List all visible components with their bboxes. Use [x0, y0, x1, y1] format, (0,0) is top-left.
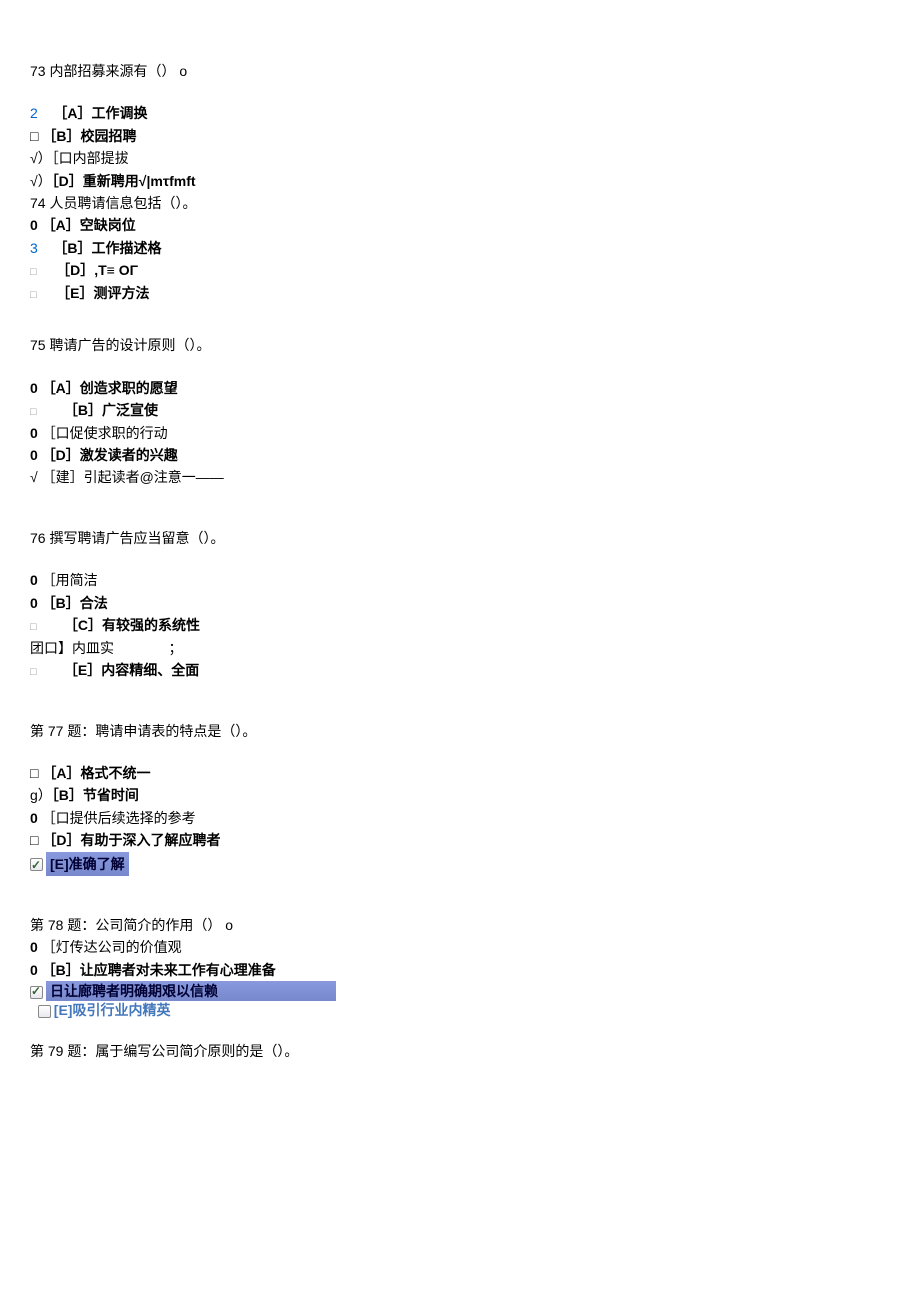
option-77-b[interactable]: g）［B］节省时间: [30, 784, 890, 806]
option-prefix: 团: [30, 640, 44, 656]
option-78-b[interactable]: 0 ［B］让应聘者对未来工作有心理准备: [30, 959, 890, 981]
option-74-a[interactable]: 0 ［A］空缺岗位: [30, 214, 890, 236]
option-text: ［D］激发读者的兴趣: [42, 447, 178, 463]
option-75-e[interactable]: √ ［建］引起读者@注意一——: [30, 466, 890, 488]
option-75-a[interactable]: 0 ［A］创造求职的愿望: [30, 377, 890, 399]
option-prefix: □: [30, 832, 38, 848]
option-78-e[interactable]: [E]吸引行业内精英: [30, 1001, 890, 1019]
question-77-title: 第 77 题：聘请申请表的特点是（）。: [30, 720, 890, 742]
option-78-cd[interactable]: 日让廊聘者明确期艰以信赖: [30, 981, 890, 1001]
option-text: ［E］内容精细、全面: [64, 662, 199, 678]
option-prefix: □: [30, 264, 37, 282]
question-78-title: 第 78 题：公司简介的作用（） o: [30, 914, 890, 936]
option-74-d[interactable]: □ ［D］,T≡ OΓ: [30, 259, 890, 282]
option-text: [E]吸引行业内精英: [54, 1002, 171, 1018]
question-76-options: 0 ［用简洁 0 ［B］合法 □ ［C］有较强的系统性 团口】内皿实 ； □ ［…: [30, 569, 890, 681]
option-text: ［B］广泛宣使: [64, 402, 158, 418]
option-text: ［E］测评方法: [56, 285, 149, 301]
option-prefix: √）: [30, 173, 52, 189]
option-text: ［B］工作描述格: [53, 240, 161, 256]
question-76-title: 76 撰写聘请广告应当留意（）。: [30, 527, 890, 549]
option-mid: 口】内皿实: [44, 640, 114, 656]
option-76-a[interactable]: 0 ［用简洁: [30, 569, 890, 591]
option-77-e[interactable]: [E]准确了解: [30, 852, 890, 876]
option-prefix: 3: [30, 240, 38, 256]
option-74-b[interactable]: 3 ［B］工作描述格: [30, 237, 890, 259]
option-77-a[interactable]: □ ［A］格式不统一: [30, 762, 890, 784]
option-prefix: 0: [30, 939, 38, 955]
option-text: ［D］重新聘用√|mτfmft: [52, 173, 196, 189]
option-text: ［D］,T≡ OΓ: [56, 262, 138, 278]
option-prefix: 0: [30, 572, 38, 588]
option-prefix: 0: [30, 425, 38, 441]
question-75-title: 75 聘请广告的设计原则（）。: [30, 334, 890, 356]
option-prefix: □: [30, 765, 38, 781]
option-text: ［A］工作调换: [53, 105, 147, 121]
question-77-options: □ ［A］格式不统一 g）［B］节省时间 0 ［口提供后续选择的参考 □ ［D］…: [30, 762, 890, 876]
option-suffix: ；: [168, 640, 182, 656]
option-prefix: g）: [30, 787, 52, 803]
option-73-a[interactable]: 2 ［A］工作调换: [30, 102, 890, 124]
question-78-options: 0 ［灯传达公司的价值观 0 ［B］让应聘者对未来工作有心理准备 日让廊聘者明确…: [30, 936, 890, 1019]
option-73-d[interactable]: √）［D］重新聘用√|mτfmft: [30, 170, 890, 192]
option-text: ［口提供后续选择的参考: [42, 810, 196, 826]
option-77-d[interactable]: □ ［D］有助于深入了解应聘者: [30, 829, 890, 851]
option-73-b[interactable]: □ ［B］校园招聘: [30, 125, 890, 147]
option-text: ［A］格式不统一: [42, 765, 150, 781]
option-text: ［建］引起读者@注意一——: [42, 469, 224, 485]
option-73-c[interactable]: √）［口内部提拔: [30, 147, 890, 169]
option-text: ［口促使求职的行动: [42, 425, 168, 441]
option-text: [E]准确了解: [46, 852, 129, 876]
option-prefix: 0: [30, 810, 38, 826]
option-text: ［B］校园招聘: [42, 128, 136, 144]
checkbox-checked-icon: [30, 986, 43, 999]
option-75-d[interactable]: 0 ［D］激发读者的兴趣: [30, 444, 890, 466]
option-prefix: 2: [30, 105, 38, 121]
option-text: ［B］让应聘者对未来工作有心理准备: [42, 962, 276, 978]
option-prefix: □: [30, 404, 37, 422]
option-75-b[interactable]: □ ［B］广泛宣使: [30, 399, 890, 422]
option-76-c[interactable]: □ ［C］有较强的系统性: [30, 614, 890, 637]
question-79-title: 第 79 题：属于编写公司简介原则的是（）。: [30, 1040, 890, 1062]
option-prefix: 0: [30, 962, 38, 978]
question-73-options: 2 ［A］工作调换 □ ［B］校园招聘 √）［口内部提拔 √）［D］重新聘用√|…: [30, 102, 890, 304]
option-text: ［A］空缺岗位: [42, 217, 136, 233]
option-text: ［灯传达公司的价值观: [42, 939, 182, 955]
option-prefix: 0: [30, 447, 38, 463]
question-74-title: 74 人员聘请信息包括（）。: [30, 192, 890, 214]
option-prefix: 0: [30, 595, 38, 611]
option-text: ［用简洁: [42, 572, 98, 588]
option-74-e[interactable]: □ ［E］测评方法: [30, 282, 890, 305]
option-prefix: □: [30, 664, 37, 682]
option-75-c[interactable]: 0 ［口促使求职的行动: [30, 422, 890, 444]
option-prefix: √）: [30, 150, 52, 166]
option-prefix: 0: [30, 380, 38, 396]
option-prefix: √: [30, 469, 38, 485]
option-text: 日让廊聘者明确期艰以信赖: [46, 981, 336, 1001]
option-78-a[interactable]: 0 ［灯传达公司的价值观: [30, 936, 890, 958]
option-77-c[interactable]: 0 ［口提供后续选择的参考: [30, 807, 890, 829]
question-73-title: 73 内部招募来源有（） o: [30, 60, 890, 82]
option-text: ［A］创造求职的愿望: [42, 380, 178, 396]
option-76-d[interactable]: 团口】内皿实 ；: [30, 637, 890, 659]
option-76-b[interactable]: 0 ［B］合法: [30, 592, 890, 614]
option-prefix: 0: [30, 217, 38, 233]
option-prefix: □: [30, 287, 37, 305]
option-text: ［B］合法: [42, 595, 108, 611]
option-prefix: □: [30, 619, 37, 637]
option-text: ［B］节省时间: [52, 787, 139, 803]
checkbox-checked-icon: [30, 858, 43, 871]
option-text: ［口内部提拔: [52, 150, 129, 166]
question-75-options: 0 ［A］创造求职的愿望 □ ［B］广泛宣使 0 ［口促使求职的行动 0 ［D］…: [30, 377, 890, 489]
option-text: ［D］有助于深入了解应聘者: [42, 832, 220, 848]
option-prefix: □: [30, 128, 38, 144]
option-text: ［C］有较强的系统性: [64, 617, 200, 633]
option-76-e[interactable]: □ ［E］内容精细、全面: [30, 659, 890, 682]
checkbox-unchecked-icon: [38, 1005, 51, 1018]
